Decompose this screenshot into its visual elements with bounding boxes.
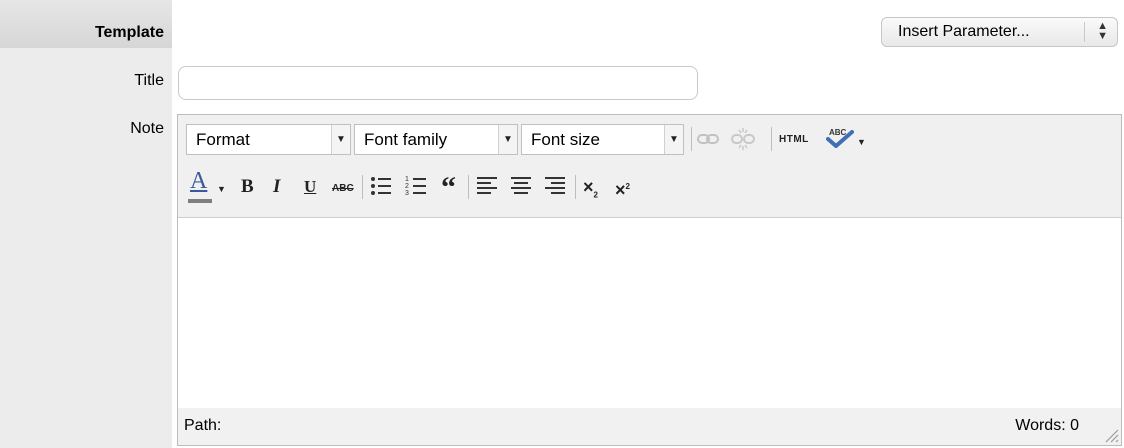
bullet-list-icon[interactable] bbox=[370, 175, 392, 197]
font-family-dropdown-label: Font family bbox=[364, 130, 448, 149]
toolbar-separator bbox=[691, 127, 692, 151]
italic-button[interactable]: I bbox=[273, 177, 280, 197]
numbered-list-icon[interactable]: 1 2 3 bbox=[405, 173, 427, 197]
editor-content-area[interactable] bbox=[178, 217, 1121, 409]
unlink-icon[interactable] bbox=[731, 127, 755, 151]
align-left-icon[interactable] bbox=[476, 175, 498, 197]
chevron-down-icon: ▼ bbox=[498, 125, 517, 154]
superscript-icon: ×2 bbox=[615, 180, 630, 200]
resize-handle-icon[interactable] bbox=[1101, 425, 1119, 443]
template-label: Template bbox=[94, 24, 164, 41]
toolbar-separator bbox=[575, 175, 576, 199]
insert-parameter-select[interactable]: Insert Parameter... ▲ ▼ bbox=[881, 17, 1118, 47]
format-dropdown-label: Format bbox=[196, 130, 250, 149]
chevron-down-icon: ▼ bbox=[664, 125, 683, 154]
word-count: Words: 0 bbox=[1015, 417, 1079, 434]
toolbar-separator bbox=[362, 175, 363, 199]
title-label: Title bbox=[134, 72, 164, 89]
blockquote-button[interactable]: “ bbox=[441, 173, 456, 203]
select-arrows-icon: ▲ ▼ bbox=[1097, 20, 1108, 42]
bold-button[interactable]: B bbox=[241, 177, 254, 197]
insert-parameter-label: Insert Parameter... bbox=[898, 23, 1030, 40]
note-editor: Format ▼ Font family ▼ Font size ▼ HTML … bbox=[177, 114, 1122, 446]
label-column: Template Title Note bbox=[0, 0, 172, 448]
format-dropdown[interactable]: Format ▼ bbox=[186, 124, 351, 155]
svg-text:3: 3 bbox=[405, 190, 409, 197]
spellcheck-button[interactable]: ABC ▼ bbox=[825, 123, 866, 151]
align-right-icon[interactable] bbox=[544, 175, 566, 197]
strikethrough-button[interactable]: ABC bbox=[332, 179, 354, 199]
svg-text:1: 1 bbox=[405, 176, 409, 183]
chevron-down-icon: ▼ bbox=[331, 125, 350, 154]
html-source-button[interactable]: HTML bbox=[779, 130, 809, 150]
text-color-swatch bbox=[188, 199, 212, 203]
select-separator bbox=[1084, 22, 1085, 42]
text-color-icon: A bbox=[190, 168, 208, 194]
title-input[interactable] bbox=[178, 66, 698, 100]
font-size-dropdown[interactable]: Font size ▼ bbox=[521, 124, 684, 155]
path-label: Path: bbox=[184, 417, 222, 434]
link-icon[interactable] bbox=[697, 132, 719, 146]
editor-toolbar: Format ▼ Font family ▼ Font size ▼ HTML … bbox=[178, 115, 1121, 217]
note-label: Note bbox=[130, 120, 164, 137]
toolbar-separator bbox=[771, 127, 772, 151]
align-center-icon[interactable] bbox=[510, 175, 532, 197]
chevron-down-icon: ▼ bbox=[217, 184, 226, 194]
superscript-button[interactable]: ×2 bbox=[615, 177, 630, 200]
toolbar-separator bbox=[468, 175, 469, 199]
text-color-button[interactable]: A ▼ bbox=[188, 168, 228, 205]
font-size-dropdown-label: Font size bbox=[531, 130, 600, 149]
subscript-button[interactable]: ×2 bbox=[583, 177, 598, 206]
svg-text:2: 2 bbox=[405, 183, 409, 190]
chevron-down-icon: ▼ bbox=[857, 137, 866, 147]
editor-status-bar: Path: Words: 0 bbox=[178, 408, 1121, 445]
font-family-dropdown[interactable]: Font family ▼ bbox=[354, 124, 518, 155]
subscript-icon: ×2 bbox=[583, 177, 598, 200]
spellcheck-icon bbox=[826, 130, 854, 148]
underline-button[interactable]: U bbox=[304, 177, 316, 197]
